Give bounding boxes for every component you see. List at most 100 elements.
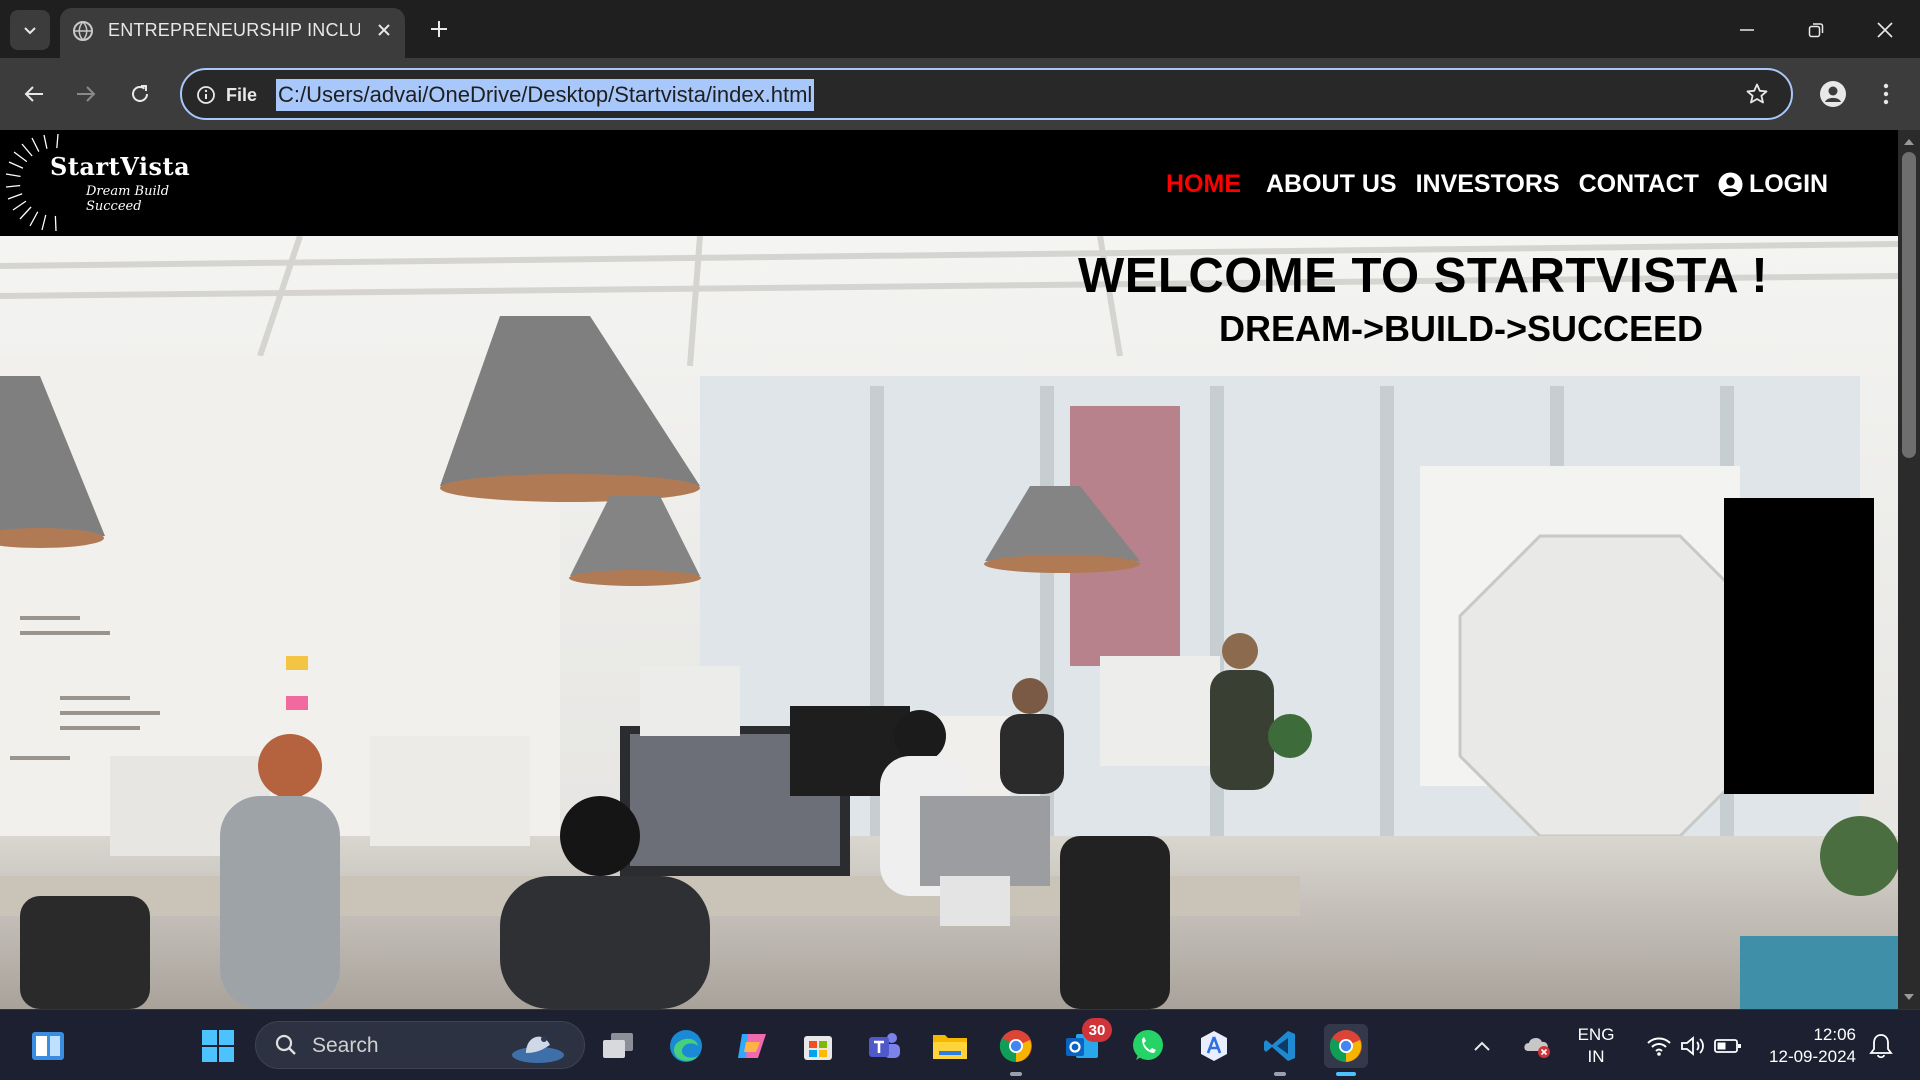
minimize-button[interactable] bbox=[1724, 12, 1770, 48]
back-button[interactable] bbox=[14, 74, 54, 114]
whatsapp-icon bbox=[1133, 1030, 1163, 1060]
bell-icon bbox=[1869, 1034, 1893, 1059]
running-indicator bbox=[1010, 1072, 1022, 1076]
taskbar-edge[interactable] bbox=[664, 1024, 708, 1068]
main-nav: HOME ABOUT US INVESTORS CONTACT LOGIN bbox=[1166, 168, 1828, 200]
chrome-icon bbox=[1329, 1030, 1362, 1063]
site-info-button[interactable]: File bbox=[196, 80, 257, 110]
windows-logo-icon bbox=[202, 1030, 234, 1062]
reload-button[interactable] bbox=[120, 74, 160, 114]
taskbar-whatsapp[interactable] bbox=[1126, 1024, 1170, 1068]
battery-icon bbox=[1714, 1039, 1741, 1053]
task-view-button[interactable] bbox=[596, 1024, 640, 1068]
new-tab-button[interactable] bbox=[424, 14, 454, 44]
forward-button[interactable] bbox=[66, 74, 106, 114]
chevron-down-icon bbox=[24, 27, 36, 35]
clock[interactable]: 12:06 12-09-2024 bbox=[1756, 1024, 1856, 1068]
star-icon bbox=[1746, 83, 1768, 104]
quick-settings-button[interactable] bbox=[1634, 1024, 1754, 1068]
browser-toolbar: File C:/Users/advai/OneDrive/Desktop/Sta… bbox=[0, 58, 1920, 130]
profile-button[interactable] bbox=[1813, 74, 1853, 114]
edge-icon bbox=[670, 1030, 702, 1062]
show-hidden-icons-button[interactable] bbox=[1468, 1024, 1496, 1068]
url-text[interactable]: C:/Users/advai/OneDrive/Desktop/Startvis… bbox=[276, 79, 815, 111]
task-view-icon bbox=[603, 1033, 633, 1058]
info-icon bbox=[197, 86, 215, 104]
clock-date: 12-09-2024 bbox=[1769, 1047, 1856, 1066]
search-icon bbox=[275, 1034, 296, 1055]
site-logo[interactable]: StartVista Dream Build Succeed bbox=[4, 132, 224, 232]
copilot-icon bbox=[738, 1034, 766, 1058]
widgets-button[interactable] bbox=[26, 1024, 70, 1068]
hero-section: WELCOME TO STARTVISTA ! DREAM->BUILD->SU… bbox=[0, 236, 1898, 1009]
taskbar-store[interactable] bbox=[796, 1024, 840, 1068]
avatar-icon bbox=[1820, 81, 1846, 107]
app-icon bbox=[1201, 1031, 1227, 1061]
volume-icon bbox=[1681, 1036, 1704, 1056]
store-icon bbox=[804, 1036, 832, 1060]
window-close-button[interactable] bbox=[1862, 12, 1908, 48]
language-indicator[interactable]: ENG IN bbox=[1576, 1024, 1616, 1068]
taskbar-search-label: Search bbox=[312, 1034, 379, 1057]
clock-time: 12:06 bbox=[1813, 1025, 1856, 1044]
office-photo bbox=[0, 236, 1898, 1009]
taskbar-file-explorer[interactable] bbox=[928, 1024, 972, 1068]
notification-badge: 30 bbox=[1082, 1018, 1112, 1042]
windows-taskbar: Search 30 ENG IN 12:06 12-09-2024 bbox=[0, 1009, 1920, 1080]
user-circle-icon bbox=[1718, 172, 1743, 196]
region-code: IN bbox=[1587, 1047, 1605, 1066]
chrome-icon bbox=[999, 1030, 1032, 1063]
taskbar-outlook[interactable]: 30 bbox=[1060, 1018, 1112, 1068]
taskbar-search[interactable]: Search bbox=[255, 1021, 585, 1069]
scroll-up-icon bbox=[1904, 139, 1914, 145]
nav-login[interactable]: LOGIN bbox=[1718, 170, 1828, 199]
taskbar-chrome-active[interactable] bbox=[1324, 1024, 1368, 1076]
vscode-icon bbox=[1264, 1031, 1295, 1061]
taskbar-chrome[interactable] bbox=[994, 1024, 1038, 1076]
minimize-icon bbox=[1740, 29, 1754, 31]
tab-search-button[interactable] bbox=[10, 10, 50, 50]
onedrive-status[interactable] bbox=[1520, 1024, 1556, 1068]
scroll-down-icon bbox=[1904, 994, 1914, 1000]
page-viewport: StartVista Dream Build Succeed HOME ABOU… bbox=[0, 130, 1898, 1009]
arrow-left-icon bbox=[24, 86, 43, 102]
wifi-icon bbox=[1647, 1037, 1671, 1056]
browser-menu-button[interactable] bbox=[1866, 74, 1906, 114]
globe-icon bbox=[73, 21, 93, 41]
nav-about-us[interactable]: ABOUT US bbox=[1266, 170, 1397, 199]
tab-close-button[interactable] bbox=[372, 18, 396, 42]
nav-contact[interactable]: CONTACT bbox=[1579, 170, 1699, 199]
cloud-error-icon bbox=[1524, 1037, 1550, 1058]
page-scrollbar[interactable] bbox=[1898, 130, 1920, 1009]
start-button[interactable] bbox=[196, 1024, 240, 1068]
running-indicator bbox=[1274, 1072, 1286, 1076]
language-code: ENG bbox=[1577, 1025, 1615, 1044]
taskbar-teams[interactable] bbox=[862, 1024, 906, 1068]
tab-title: ENTREPRENEURSHIP INCLUBLA bbox=[108, 20, 360, 40]
plus-icon bbox=[431, 21, 447, 37]
close-icon bbox=[1877, 22, 1893, 38]
nav-login-label: LOGIN bbox=[1748, 169, 1829, 198]
active-indicator bbox=[1336, 1072, 1356, 1076]
logo-tagline: Dream Build Succeed bbox=[86, 184, 170, 214]
chevron-up-icon bbox=[1474, 1041, 1490, 1051]
kebab-menu-icon bbox=[1883, 83, 1889, 105]
taskbar-app-store[interactable] bbox=[1192, 1024, 1236, 1068]
notification-center-button[interactable] bbox=[1866, 1024, 1896, 1068]
restore-button[interactable] bbox=[1793, 12, 1839, 48]
scroll-thumb[interactable] bbox=[1902, 152, 1916, 458]
arrow-right-icon bbox=[77, 86, 96, 102]
folder-icon bbox=[933, 1035, 967, 1059]
address-bar[interactable]: File C:/Users/advai/OneDrive/Desktop/Sta… bbox=[180, 68, 1793, 120]
hero-title: WELCOME TO STARTVISTA ! bbox=[1078, 249, 1769, 303]
nav-home[interactable]: HOME bbox=[1166, 170, 1241, 199]
browser-tab-strip: ENTREPRENEURSHIP INCLUBLA bbox=[0, 0, 1920, 58]
site-info-label: File bbox=[226, 84, 258, 105]
nav-investors[interactable]: INVESTORS bbox=[1416, 170, 1560, 199]
search-highlight-icon bbox=[512, 1036, 564, 1063]
taskbar-copilot[interactable] bbox=[730, 1024, 774, 1068]
reload-icon bbox=[132, 85, 148, 102]
widgets-icon bbox=[32, 1032, 64, 1060]
bookmark-button[interactable] bbox=[1745, 82, 1769, 111]
taskbar-vscode[interactable] bbox=[1258, 1024, 1302, 1076]
